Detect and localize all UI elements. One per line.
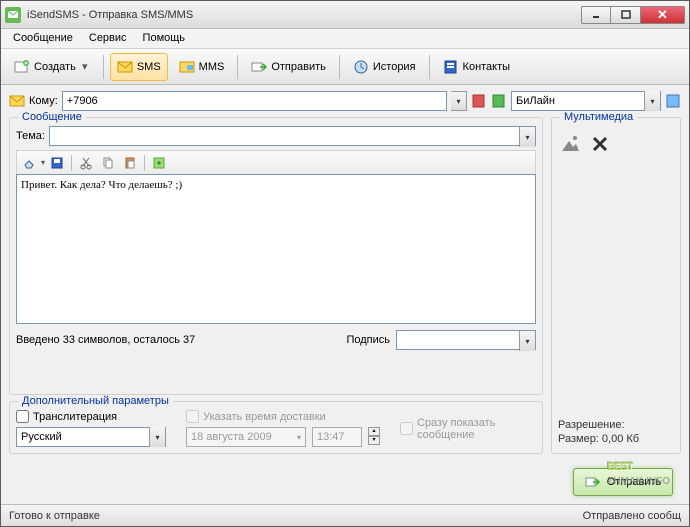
save-button[interactable] <box>47 153 67 173</box>
menu-message[interactable]: Сообщение <box>5 29 81 48</box>
subject-label: Тема: <box>16 130 45 142</box>
language-dropdown-button[interactable]: ▾ <box>149 427 165 447</box>
delivery-time-checkbox[interactable]: Указать время доставки <box>186 410 380 423</box>
separator <box>429 55 430 79</box>
menu-help[interactable]: Помощь <box>135 29 194 48</box>
minimize-button[interactable] <box>581 6 611 24</box>
maximize-button[interactable] <box>611 6 641 24</box>
history-button[interactable]: История <box>346 53 423 81</box>
window-title: iSendSMS - Отправка SMS/MMS <box>27 9 581 21</box>
menu-service[interactable]: Сервис <box>81 29 135 48</box>
show-now-checkbox[interactable]: Сразу показать сообщение <box>400 417 536 441</box>
separator <box>237 55 238 79</box>
add-media-button[interactable] <box>558 132 582 156</box>
history-label: История <box>373 61 416 73</box>
mms-label: MMS <box>199 61 225 73</box>
create-label: Создать <box>34 61 76 73</box>
char-count: Введено 33 символов, осталось 37 <box>16 334 195 346</box>
carrier-dropdown-button[interactable]: ▾ <box>644 91 660 111</box>
message-textarea[interactable] <box>16 174 536 324</box>
chevron-down-icon: ▾ <box>80 60 90 73</box>
send-label: Отправить <box>271 61 326 73</box>
carrier-settings-icon[interactable] <box>665 93 681 109</box>
delivery-date-field: 18 августа 2009▾ <box>186 427 306 447</box>
send-icon <box>585 474 601 490</box>
create-button[interactable]: Создать ▾ <box>7 53 97 81</box>
extra-group: Дополнительный параметры Транслитерация … <box>9 401 543 454</box>
status-sent: Отправлено сообщ <box>583 510 681 522</box>
mms-icon <box>179 59 195 75</box>
addressbook2-icon[interactable] <box>491 93 507 109</box>
signature-dropdown-button[interactable]: ▾ <box>519 331 535 351</box>
send-message-button[interactable]: Отправить <box>573 468 673 496</box>
app-icon <box>5 7 21 23</box>
erase-button[interactable] <box>19 153 39 173</box>
editor-toolbar: ▾ <box>16 150 536 174</box>
envelope-icon <box>9 93 25 109</box>
menubar: Сообщение Сервис Помощь <box>1 29 689 49</box>
translit-checkbox[interactable]: Транслитерация <box>16 410 166 423</box>
time-spinner: ▴▾ <box>368 427 380 447</box>
send-button[interactable]: Отправить <box>244 53 333 81</box>
addressbook-icon[interactable] <box>471 93 487 109</box>
signature-select[interactable]: ▾ <box>396 330 536 350</box>
status-ready: Готово к отправке <box>9 510 100 522</box>
separator <box>71 155 72 171</box>
contacts-button[interactable]: Контакты <box>436 53 518 81</box>
resolution-label: Разрешение: <box>558 419 674 431</box>
close-button[interactable]: ✕ <box>641 6 685 24</box>
carrier-value: БиЛайн <box>512 95 644 107</box>
subject-input[interactable] <box>50 127 519 145</box>
subject-dropdown-button[interactable]: ▾ <box>519 127 535 147</box>
carrier-select[interactable]: БиЛайн ▾ <box>511 91 661 111</box>
titlebar: iSendSMS - Отправка SMS/MMS ✕ <box>1 1 689 29</box>
toolbar: Создать ▾ SMS MMS Отправить История Конт… <box>1 49 689 85</box>
separator <box>339 55 340 79</box>
statusbar: Готово к отправке Отправлено сообщ <box>1 504 689 526</box>
multimedia-group: Мультимедиа Разрешение: Размер: 0,00 Кб <box>551 117 681 454</box>
delivery-time-field: 13:47 <box>312 427 362 447</box>
size-label: Размер: 0,00 Кб <box>558 433 674 445</box>
cut-button[interactable] <box>76 153 96 173</box>
separator <box>103 55 104 79</box>
send-icon <box>251 59 267 75</box>
remove-media-button[interactable] <box>588 132 612 156</box>
language-select[interactable]: Русский ▾ <box>16 427 166 447</box>
contacts-label: Контакты <box>463 61 511 73</box>
history-icon <box>353 59 369 75</box>
copy-button[interactable] <box>98 153 118 173</box>
extra-legend: Дополнительный параметры <box>18 395 173 407</box>
signature-label: Подпись <box>346 334 390 346</box>
sms-icon <box>117 59 133 75</box>
message-legend: Сообщение <box>18 111 86 123</box>
multimedia-legend: Мультимедиа <box>560 111 637 123</box>
new-message-icon <box>14 59 30 75</box>
message-group: Сообщение Тема: ▾ ▾ <box>9 117 543 395</box>
insert-button[interactable] <box>149 153 169 173</box>
send-message-label: Отправить <box>607 476 662 488</box>
separator <box>144 155 145 171</box>
sms-button[interactable]: SMS <box>110 53 168 81</box>
to-label: Кому: <box>29 95 58 107</box>
contacts-icon <box>443 59 459 75</box>
paste-button[interactable] <box>120 153 140 173</box>
mms-button[interactable]: MMS <box>172 53 232 81</box>
to-dropdown-button[interactable]: ▾ <box>451 91 467 111</box>
sms-label: SMS <box>137 61 161 73</box>
to-input[interactable] <box>62 91 447 111</box>
